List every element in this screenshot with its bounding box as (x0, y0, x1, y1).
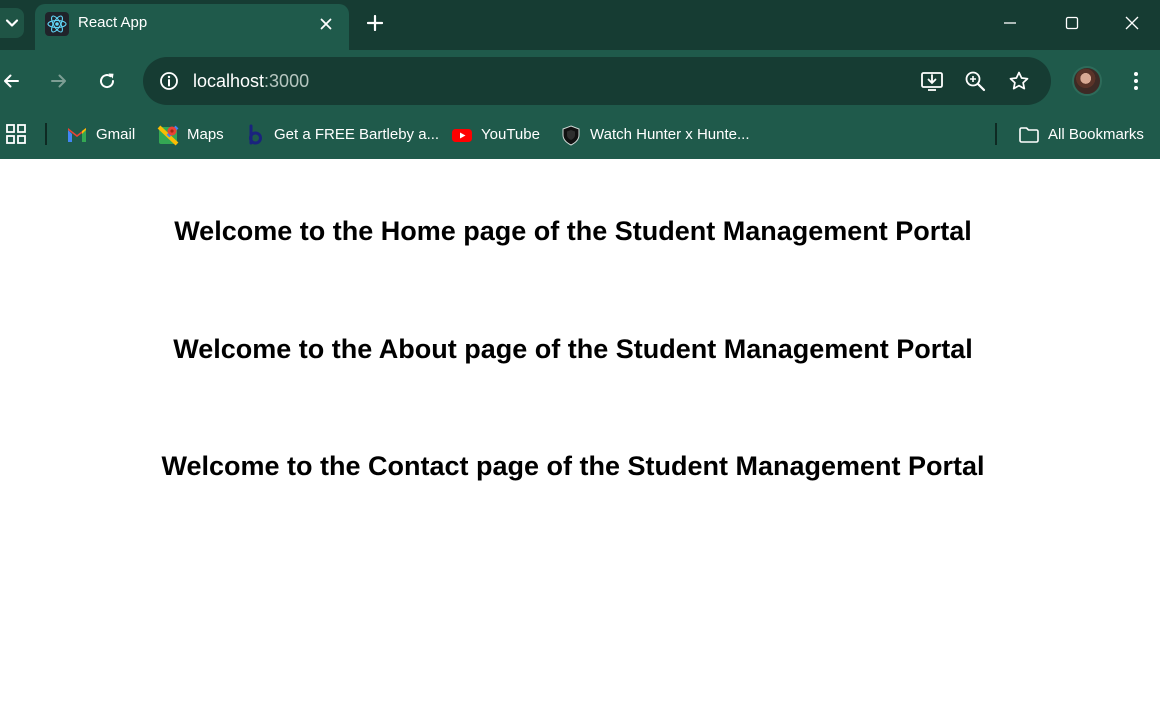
all-bookmarks-button[interactable]: All Bookmarks (1018, 119, 1144, 151)
tab-close-button[interactable] (315, 13, 337, 35)
info-icon (160, 72, 178, 90)
star-icon (1009, 71, 1029, 90)
forward-arrow-icon (51, 74, 66, 88)
bookmark-gmail[interactable]: Gmail (66, 119, 135, 151)
shield-icon (562, 125, 580, 146)
close-icon (1125, 16, 1138, 30)
zoom-icon (965, 71, 986, 92)
window-close-button[interactable] (1103, 0, 1160, 46)
bookmarks-bar: Gmail Maps Get a FREE Bartleby a... YouT… (0, 112, 1160, 159)
url-text[interactable]: localhost:3000 (193, 71, 309, 91)
site-info-button[interactable] (153, 65, 185, 97)
react-logo-icon (45, 12, 69, 36)
bookmark-label: Get a FREE Bartleby a... (274, 126, 440, 143)
about-heading: Welcome to the About page of the Student… (173, 334, 973, 364)
bookmark-label: Gmail (96, 126, 136, 143)
tab-title: React App (78, 14, 148, 31)
zoom-button[interactable] (960, 66, 990, 96)
bookmark-label: YouTube (481, 126, 540, 143)
install-app-button[interactable] (917, 66, 947, 96)
tab-react-app[interactable]: React App (35, 4, 349, 50)
kebab-menu-icon (1134, 72, 1138, 90)
plus-icon (367, 15, 383, 31)
minimize-button[interactable] (979, 0, 1041, 46)
close-icon (320, 18, 332, 30)
maximize-icon (1065, 16, 1079, 30)
toolbar: localhost:3000 (0, 50, 1160, 112)
bookmark-bartleby[interactable]: Get a FREE Bartleby a... (244, 119, 439, 151)
bookmark-maps[interactable]: Maps (157, 119, 224, 151)
apps-grid-icon[interactable] (4, 122, 28, 146)
maps-icon (157, 125, 179, 146)
chevron-down-icon (5, 19, 19, 27)
browser-menu-button[interactable] (1122, 65, 1150, 97)
minimize-icon (1004, 22, 1016, 24)
address-bar[interactable]: localhost:3000 (143, 57, 1051, 105)
bartleby-icon (249, 124, 262, 145)
profile-avatar[interactable] (1072, 66, 1102, 96)
back-arrow-icon (4, 74, 19, 88)
bookmark-star-button[interactable] (1004, 66, 1034, 96)
url-port: :3000 (264, 71, 310, 91)
tab-strip: React App (0, 0, 1160, 50)
bookmark-youtube[interactable]: YouTube (451, 119, 540, 151)
bookmark-label: Maps (187, 126, 224, 143)
bookmark-watch-hunter[interactable]: Watch Hunter x Hunte... (560, 119, 750, 151)
install-app-icon (921, 72, 943, 91)
bookmark-label: All Bookmarks (1048, 126, 1144, 143)
page-content: Welcome to the Home page of the Student … (0, 159, 1160, 708)
forward-button[interactable] (43, 65, 75, 97)
home-heading: Welcome to the Home page of the Student … (174, 216, 972, 246)
reload-icon (100, 73, 115, 89)
gmail-icon (68, 128, 86, 142)
contact-heading: Welcome to the Contact page of the Stude… (161, 451, 985, 481)
url-host: localhost (193, 71, 265, 91)
bookmarks-separator (995, 123, 997, 145)
folder-icon (1019, 127, 1039, 143)
new-tab-button[interactable] (362, 10, 388, 36)
reload-button[interactable] (91, 65, 123, 97)
back-button[interactable] (0, 65, 27, 97)
maximize-button[interactable] (1041, 0, 1103, 46)
youtube-icon (452, 129, 472, 142)
bookmark-label: Watch Hunter x Hunte... (590, 126, 750, 143)
tab-search-button[interactable] (0, 8, 24, 38)
bookmarks-separator (45, 123, 47, 145)
